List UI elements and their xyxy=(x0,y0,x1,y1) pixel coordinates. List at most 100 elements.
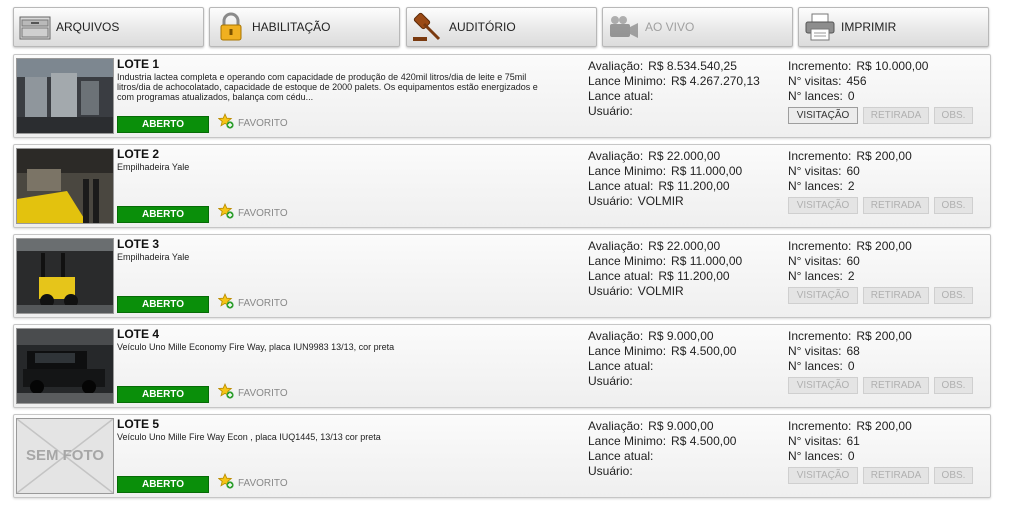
incremento-row: Incremento: R$ 200,00 xyxy=(788,239,912,253)
lot-photo[interactable] xyxy=(16,148,114,224)
lot-description: Industria lactea completa e operando com… xyxy=(117,72,538,102)
lot-title[interactable]: LOTE 3 xyxy=(117,237,159,251)
lance-minimo-row: Lance Minimo: R$ 11.000,00 xyxy=(588,254,743,268)
lance-minimo-row: Lance Minimo: R$ 11.000,00 xyxy=(588,164,743,178)
open-status-button[interactable]: ABERTO xyxy=(117,476,209,493)
open-status-button[interactable]: ABERTO xyxy=(117,116,209,133)
star-add-icon xyxy=(217,202,234,224)
auditorio-button[interactable]: AUDITÓRIO xyxy=(406,7,597,47)
favorite-label: FAVORITO xyxy=(238,298,288,309)
incremento-row: Incremento: R$ 200,00 xyxy=(788,149,912,163)
imprimir-button[interactable]: IMPRIMIR xyxy=(798,7,989,47)
lot-card: LOTE 2 Empilhadeira Yale ABERTO FAVORITO… xyxy=(13,144,991,228)
lance-minimo-row: Lance Minimo: R$ 4.500,00 xyxy=(588,434,737,448)
lances-row: N° lances: 2 xyxy=(788,269,855,283)
usuario-row: Usuário: xyxy=(588,104,633,118)
avaliacao-row: Avaliação: R$ 9.000,00 xyxy=(588,419,714,433)
open-status-button[interactable]: ABERTO xyxy=(117,206,209,223)
favorite-label: FAVORITO xyxy=(238,478,288,489)
printer-icon xyxy=(803,12,837,42)
favorite-label: FAVORITO xyxy=(238,118,288,129)
star-add-icon xyxy=(217,112,234,134)
video-camera-icon xyxy=(607,12,641,42)
retirada-button[interactable]: RETIRADA xyxy=(863,467,929,484)
stats-column: Incremento: R$ 10.000,00 N° visitas: 456 N… xyxy=(788,59,928,104)
favorite-button[interactable]: FAVORITO xyxy=(217,382,288,404)
visitacao-button[interactable]: VISITAÇÃO xyxy=(788,107,858,124)
incremento-row: Incremento: R$ 10.000,00 xyxy=(788,59,929,73)
lot-photo[interactable] xyxy=(16,58,114,134)
lances-row: N° lances: 0 xyxy=(788,89,855,103)
lot-photo[interactable] xyxy=(16,328,114,404)
lance-minimo-row: Lance Minimo: R$ 4.267.270,13 xyxy=(588,74,760,88)
price-column: Avaliação: R$ 9.000,00 Lance Minimo: R$ 4.… xyxy=(588,329,736,389)
visitacao-button[interactable]: VISITAÇÃO xyxy=(788,467,858,484)
lot-card: LOTE 4 Veículo Uno Mille Economy Fire Wa… xyxy=(13,324,991,408)
obs-button[interactable]: OBS. xyxy=(934,467,973,484)
lot-description: Veículo Uno Mille Economy Fire Way, plac… xyxy=(117,342,395,352)
retirada-button[interactable]: RETIRADA xyxy=(863,107,929,124)
obs-button[interactable]: OBS. xyxy=(934,287,973,304)
lance-atual-row: Lance atual: xyxy=(588,89,654,103)
retirada-button[interactable]: RETIRADA xyxy=(863,377,929,394)
lances-row: N° lances: 0 xyxy=(788,449,855,463)
folder-icon xyxy=(18,12,52,42)
usuario-row: Usuário: VOLMIR xyxy=(588,194,684,208)
lot-card: LOTE 1 Industria lactea completa e opera… xyxy=(13,54,991,138)
lot-title[interactable]: LOTE 1 xyxy=(117,57,159,71)
usuario-row: Usuário: xyxy=(588,464,633,478)
stats-column: Incremento: R$ 200,00 N° visitas: 60 N° la… xyxy=(788,239,912,284)
ao-vivo-button[interactable]: AO VIVO xyxy=(602,7,793,47)
usuario-row: Usuário: VOLMIR xyxy=(588,284,684,298)
arquivos-button[interactable]: ARQUIVOS xyxy=(13,7,204,47)
lances-row: N° lances: 2 xyxy=(788,179,855,193)
visitacao-button[interactable]: VISITAÇÃO xyxy=(788,287,858,304)
lot-card: LOTE 3 Empilhadeira Yale ABERTO FAVORITO… xyxy=(13,234,991,318)
price-column: Avaliação: R$ 22.000,00 Lance Minimo: R$ 1… xyxy=(588,239,742,299)
no-photo-label: SEM FOTO xyxy=(25,447,105,464)
retirada-button[interactable]: RETIRADA xyxy=(863,197,929,214)
favorite-button[interactable]: FAVORITO xyxy=(217,292,288,314)
lance-atual-row: Lance atual: R$ 11.200,00 xyxy=(588,179,730,193)
avaliacao-row: Avaliação: R$ 8.534.540,25 xyxy=(588,59,737,73)
incremento-row: Incremento: R$ 200,00 xyxy=(788,419,912,433)
visitas-row: N° visitas: 60 xyxy=(788,164,860,178)
visitas-row: N° visitas: 61 xyxy=(788,434,860,448)
price-column: Avaliação: R$ 9.000,00 Lance Minimo: R$ 4.… xyxy=(588,419,736,479)
star-add-icon xyxy=(217,292,234,314)
lot-photo[interactable] xyxy=(16,238,114,314)
padlock-icon xyxy=(214,12,248,42)
star-add-icon xyxy=(217,382,234,404)
obs-button[interactable]: OBS. xyxy=(934,377,973,394)
favorite-button[interactable]: FAVORITO xyxy=(217,112,288,134)
favorite-button[interactable]: FAVORITO xyxy=(217,202,288,224)
stats-column: Incremento: R$ 200,00 N° visitas: 61 N° la… xyxy=(788,419,912,464)
lot-description: Veículo Uno Mille Fire Way Econ , placa … xyxy=(117,432,381,442)
lance-atual-row: Lance atual: xyxy=(588,359,654,373)
obs-button[interactable]: OBS. xyxy=(934,197,973,214)
auditorio-label: AUDITÓRIO xyxy=(449,20,516,34)
stats-column: Incremento: R$ 200,00 N° visitas: 68 N° la… xyxy=(788,329,912,374)
lance-atual-row: Lance atual: R$ 11.200,00 xyxy=(588,269,730,283)
visitacao-button[interactable]: VISITAÇÃO xyxy=(788,197,858,214)
lot-title[interactable]: LOTE 5 xyxy=(117,417,159,431)
favorite-button[interactable]: FAVORITO xyxy=(217,472,288,492)
visitacao-button[interactable]: VISITAÇÃO xyxy=(788,377,858,394)
visitas-row: N° visitas: 60 xyxy=(788,254,860,268)
lance-atual-row: Lance atual: xyxy=(588,449,654,463)
obs-button[interactable]: OBS. xyxy=(934,107,973,124)
retirada-button[interactable]: RETIRADA xyxy=(863,287,929,304)
open-status-button[interactable]: ABERTO xyxy=(117,386,209,403)
stats-column: Incremento: R$ 200,00 N° visitas: 60 N° la… xyxy=(788,149,912,194)
lot-card: SEM FOTO LOTE 5 Veículo Uno Mille Fire W… xyxy=(13,414,991,498)
lot-title[interactable]: LOTE 4 xyxy=(117,327,159,341)
lot-photo[interactable]: SEM FOTO xyxy=(16,418,114,494)
incremento-row: Incremento: R$ 200,00 xyxy=(788,329,912,343)
lance-minimo-row: Lance Minimo: R$ 4.500,00 xyxy=(588,344,737,358)
avaliacao-row: Avaliação: R$ 9.000,00 xyxy=(588,329,714,343)
open-status-button[interactable]: ABERTO xyxy=(117,296,209,313)
habilitacao-button[interactable]: HABILITAÇÃO xyxy=(209,7,400,47)
habilitacao-label: HABILITAÇÃO xyxy=(252,20,331,34)
lot-title[interactable]: LOTE 2 xyxy=(117,147,159,161)
lot-description: Empilhadeira Yale xyxy=(117,252,190,262)
